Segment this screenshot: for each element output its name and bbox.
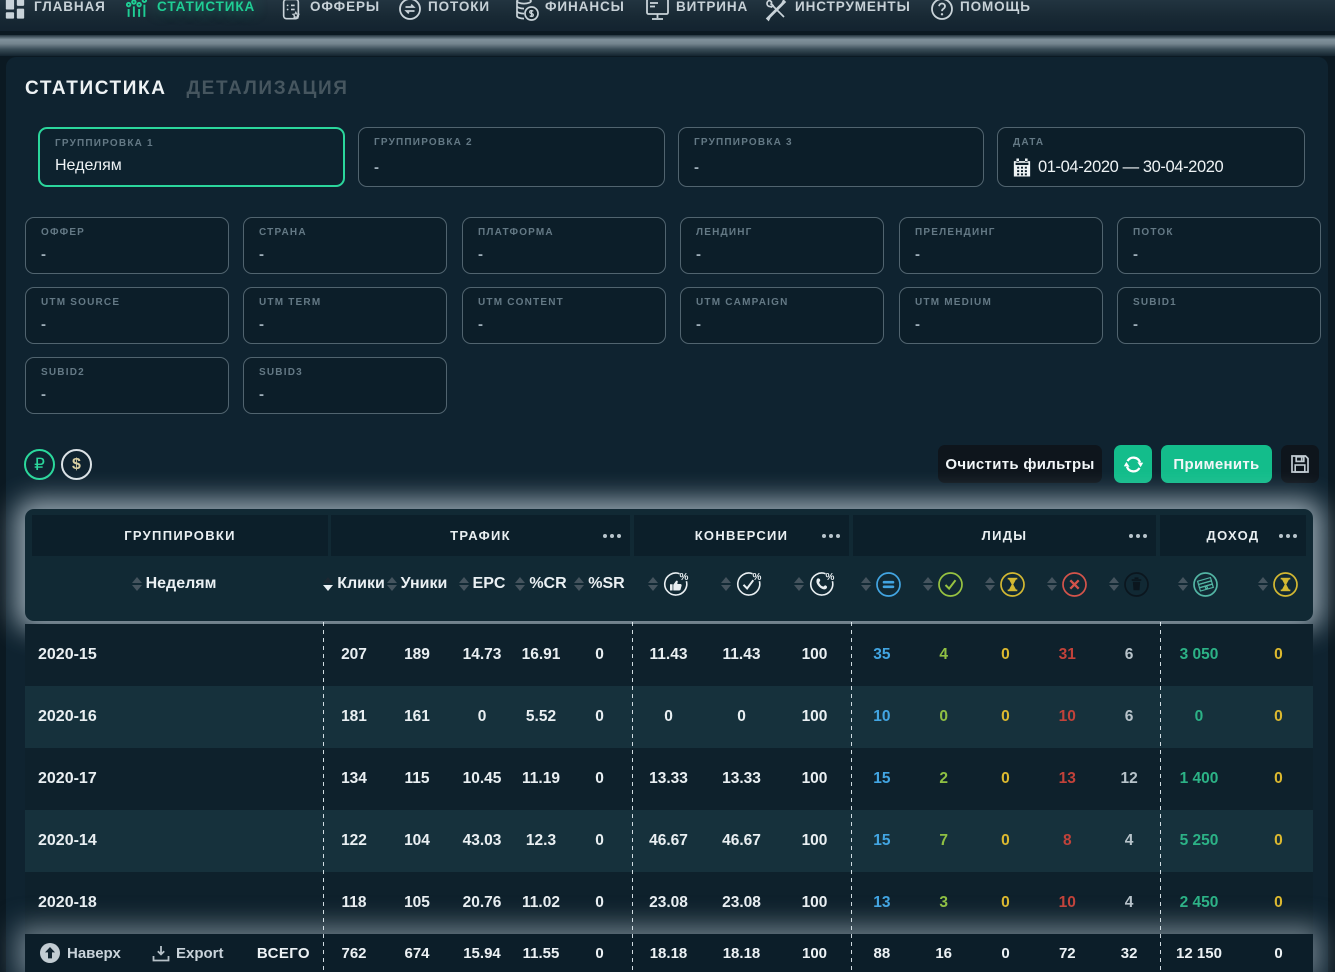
svg-text:%: % [826,572,835,583]
svg-text:%: % [753,572,762,583]
svg-text:%: % [680,572,689,583]
